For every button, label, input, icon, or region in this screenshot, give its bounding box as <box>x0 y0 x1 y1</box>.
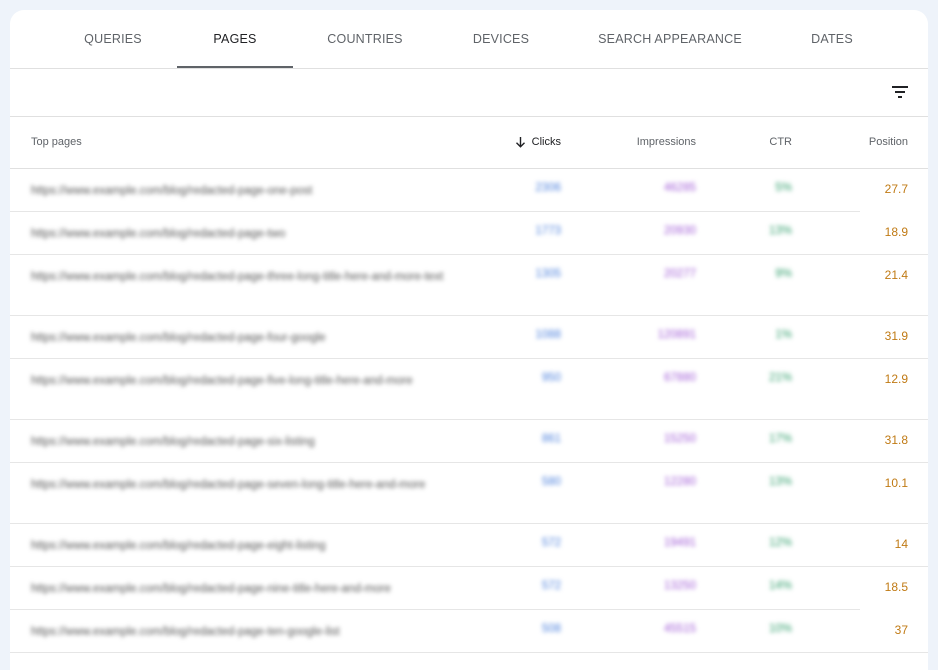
page-url[interactable]: https://www.example.com/blog/redacted-pa… <box>31 433 461 452</box>
position-value: 37 <box>894 623 908 637</box>
clicks-value: 1305 <box>535 268 561 280</box>
table-row[interactable]: https://www.example.com/blog/redacted-pa… <box>10 610 928 653</box>
clicks-value: 508 <box>541 623 561 635</box>
table-row[interactable]: https://www.example.com/blog/redacted-pa… <box>10 316 928 359</box>
ctr-value: 13% <box>768 476 792 488</box>
page-url[interactable]: https://www.example.com/blog/redacted-pa… <box>31 623 461 642</box>
position-value: 10.1 <box>884 476 908 490</box>
position-value: 18.9 <box>884 225 908 239</box>
page-url[interactable]: https://www.example.com/blog/redacted-pa… <box>31 537 461 556</box>
page-url[interactable]: https://www.example.com/blog/redacted-pa… <box>31 476 461 495</box>
tab-bar: QUERIES PAGES COUNTRIES DEVICES SEARCH A… <box>10 10 928 69</box>
table-toolbar <box>10 69 928 117</box>
ctr-value: 13% <box>768 225 792 237</box>
impressions-value: 46285 <box>664 182 696 194</box>
clicks-value: 572 <box>541 580 561 592</box>
table-row[interactable]: https://www.example.com/blog/redacted-pa… <box>10 169 928 212</box>
ctr-value: 12% <box>768 537 792 549</box>
tab-countries[interactable]: COUNTRIES <box>315 10 414 68</box>
position-value: 27.7 <box>884 182 908 196</box>
tab-pages[interactable]: PAGES <box>201 10 268 68</box>
tab-queries[interactable]: QUERIES <box>72 10 154 68</box>
ctr-value: 1% <box>775 329 792 341</box>
position-value: 31.9 <box>884 329 908 343</box>
performance-card: QUERIES PAGES COUNTRIES DEVICES SEARCH A… <box>10 10 928 670</box>
ctr-value: 14% <box>768 580 792 592</box>
table-body: https://www.example.com/blog/redacted-pa… <box>10 169 928 653</box>
position-value: 21.4 <box>884 268 908 282</box>
table-row[interactable]: https://www.example.com/blog/redacted-pa… <box>10 524 928 567</box>
impressions-value: 120891 <box>657 329 696 341</box>
clicks-value: 1088 <box>535 329 561 341</box>
impressions-value: 45515 <box>664 623 696 635</box>
page-url[interactable]: https://www.example.com/blog/redacted-pa… <box>31 268 461 287</box>
page-url[interactable]: https://www.example.com/blog/redacted-pa… <box>31 182 461 201</box>
impressions-value: 15250 <box>664 433 696 445</box>
filter-button[interactable] <box>887 79 913 105</box>
impressions-value: 19491 <box>664 537 696 549</box>
clicks-value: 950 <box>541 372 561 384</box>
clicks-value: 572 <box>541 537 561 549</box>
impressions-value: 12280 <box>664 476 696 488</box>
table-row[interactable]: https://www.example.com/blog/redacted-pa… <box>10 567 928 610</box>
page-url[interactable]: https://www.example.com/blog/redacted-pa… <box>31 580 461 599</box>
clicks-value: 2306 <box>535 182 561 194</box>
table-row[interactable]: https://www.example.com/blog/redacted-pa… <box>10 212 928 255</box>
ctr-value: 17% <box>768 433 792 445</box>
impressions-value: 13250 <box>664 580 696 592</box>
header-clicks[interactable]: Clicks <box>515 136 561 148</box>
row-divider <box>10 652 928 653</box>
impressions-value: 67880 <box>664 372 696 384</box>
header-ctr[interactable]: CTR <box>769 136 792 148</box>
table-header: Top pages Clicks Impressions CTR Positio… <box>10 117 928 169</box>
impressions-value: 20277 <box>664 268 696 280</box>
header-clicks-label: Clicks <box>531 136 561 148</box>
active-tab-indicator <box>177 66 293 68</box>
table-row[interactable]: https://www.example.com/blog/redacted-pa… <box>10 359 928 420</box>
filter-icon <box>892 86 908 98</box>
impressions-value: 20930 <box>664 225 696 237</box>
ctr-value: 21% <box>768 372 792 384</box>
position-value: 14 <box>894 537 908 551</box>
position-value: 31.8 <box>884 433 908 447</box>
header-impressions[interactable]: Impressions <box>637 136 696 148</box>
arrow-down-icon <box>515 137 525 148</box>
ctr-value: 9% <box>775 268 792 280</box>
tab-dates[interactable]: DATES <box>799 10 865 68</box>
page-url[interactable]: https://www.example.com/blog/redacted-pa… <box>31 329 461 348</box>
header-top-pages[interactable]: Top pages <box>31 136 82 148</box>
tab-search-appearance[interactable]: SEARCH APPEARANCE <box>586 10 754 68</box>
page-url[interactable]: https://www.example.com/blog/redacted-pa… <box>31 225 461 244</box>
table-row[interactable]: https://www.example.com/blog/redacted-pa… <box>10 420 928 463</box>
table-row[interactable]: https://www.example.com/blog/redacted-pa… <box>10 255 928 316</box>
position-value: 12.9 <box>884 372 908 386</box>
clicks-value: 861 <box>541 433 561 445</box>
ctr-value: 5% <box>775 182 792 194</box>
ctr-value: 10% <box>768 623 792 635</box>
position-value: 18.5 <box>884 580 908 594</box>
tab-devices[interactable]: DEVICES <box>461 10 541 68</box>
table-row[interactable]: https://www.example.com/blog/redacted-pa… <box>10 463 928 524</box>
page-url[interactable]: https://www.example.com/blog/redacted-pa… <box>31 372 461 391</box>
header-position[interactable]: Position <box>869 136 908 148</box>
clicks-value: 580 <box>541 476 561 488</box>
clicks-value: 1773 <box>535 225 561 237</box>
